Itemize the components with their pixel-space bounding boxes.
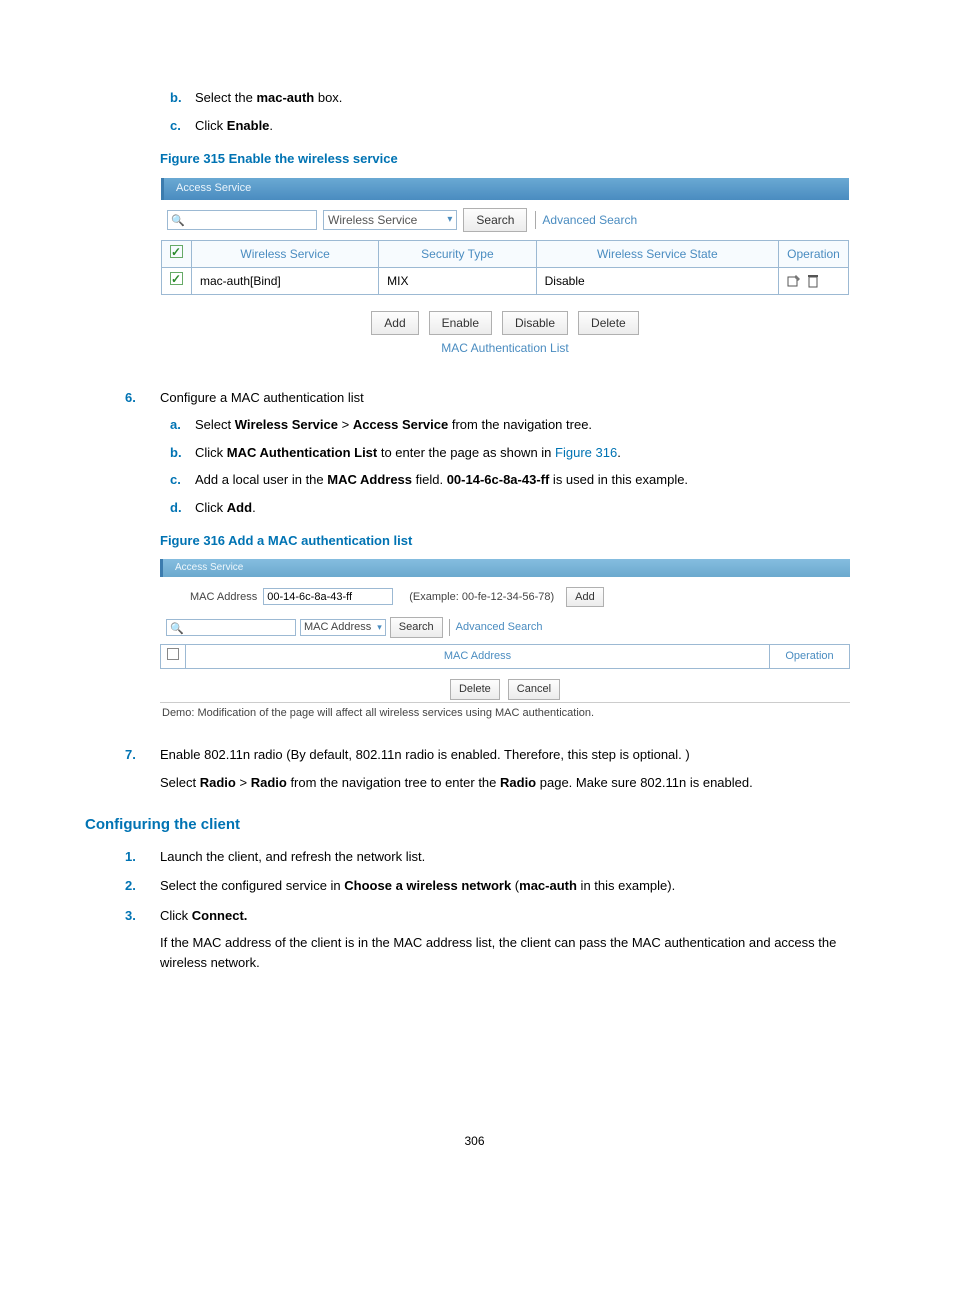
client-step-3-body: If the MAC address of the client is in t…: [160, 933, 864, 972]
mac-delete-button[interactable]: Delete: [450, 679, 500, 700]
page-number: 306: [85, 1132, 864, 1150]
enable-button[interactable]: Enable: [429, 311, 492, 335]
add-mac-button[interactable]: Add: [566, 587, 604, 608]
header-operation: Operation: [779, 240, 849, 267]
figure-316-caption: Figure 316 Add a MAC authentication list: [160, 531, 864, 551]
button-row: Add Enable Disable Delete: [161, 311, 849, 335]
step-6d: d. Click Add.: [195, 498, 864, 518]
text: Click: [195, 118, 227, 133]
cell-state: Disable: [536, 267, 778, 294]
checkbox-icon: [170, 272, 183, 285]
alpha-b: b.: [170, 443, 182, 463]
mac-advanced-search-link[interactable]: Advanced Search: [449, 619, 543, 636]
table-row: mac-auth[Bind] MIX Disable: [162, 267, 849, 294]
alpha-b: b.: [170, 88, 182, 108]
demo-note: Demo: Modification of the page will affe…: [160, 705, 850, 722]
step-num-2: 2.: [125, 876, 136, 896]
checkbox-icon: [170, 245, 183, 258]
text: box.: [314, 90, 342, 105]
text: Select the: [195, 90, 256, 105]
figure-315-caption: Figure 315 Enable the wireless service: [160, 149, 864, 169]
header-security-type: Security Type: [379, 240, 536, 267]
client-step-1: 1. Launch the client, and refresh the ne…: [160, 847, 864, 867]
step-6-title: Configure a MAC authentication list: [160, 390, 364, 405]
step-num-1: 1.: [125, 847, 136, 867]
delete-icon[interactable]: [807, 274, 819, 288]
mac-header-address: MAC Address: [186, 644, 770, 669]
mac-example-text: (Example: 00-fe-12-34-56-78): [409, 589, 554, 606]
step-6b: b. Click MAC Authentication List to ente…: [195, 443, 864, 463]
tab-bar: Access Service: [161, 178, 849, 200]
chevron-down-icon: ▾: [447, 212, 452, 227]
client-step-2: 2. Select the configured service in Choo…: [160, 876, 864, 896]
cell-name: mac-auth[Bind]: [192, 267, 379, 294]
row-checkbox[interactable]: [162, 267, 192, 294]
step-num-6: 6.: [125, 388, 136, 408]
edit-icon[interactable]: [787, 274, 801, 288]
header-checkbox[interactable]: [162, 240, 192, 267]
substep-b: b. Select the mac-auth box.: [195, 88, 864, 108]
cell-operation: [779, 267, 849, 294]
bold-enable: Enable: [227, 118, 270, 133]
mac-search-button[interactable]: Search: [390, 617, 443, 638]
mac-cancel-button[interactable]: Cancel: [508, 679, 560, 700]
add-button[interactable]: Add: [371, 311, 418, 335]
figure-316: Access Service MAC Address (Example: 00-…: [160, 559, 850, 722]
step-7: 7. Enable 802.11n radio (By default, 802…: [160, 745, 864, 792]
advanced-search-link[interactable]: Advanced Search: [535, 211, 637, 229]
select-label: MAC Address: [304, 619, 371, 636]
header-wireless-service: Wireless Service: [192, 240, 379, 267]
mac-search-select[interactable]: MAC Address ▾: [300, 619, 386, 636]
mac-address-input[interactable]: [263, 588, 393, 605]
alpha-c: c.: [170, 470, 181, 490]
cell-security: MIX: [379, 267, 536, 294]
search-row: 🔍 Wireless Service ▾ Search Advanced Sea…: [161, 200, 849, 240]
step-6a: a. Select Wireless Service > Access Serv…: [195, 415, 864, 435]
step-num-3: 3.: [125, 906, 136, 926]
search-type-select[interactable]: Wireless Service ▾: [323, 210, 457, 230]
section-configuring-client: Configuring the client: [85, 814, 864, 837]
mac-header-operation: Operation: [770, 644, 850, 669]
step-7-line2: Select Radio > Radio from the navigation…: [160, 773, 864, 793]
tab-bar-316: Access Service: [160, 559, 850, 577]
mac-header-checkbox[interactable]: [161, 644, 186, 669]
bold-mac-auth: mac-auth: [256, 90, 314, 105]
step-7-line1: Enable 802.11n radio (By default, 802.11…: [160, 747, 690, 762]
header-state: Wireless Service State: [536, 240, 778, 267]
tab-access-service[interactable]: Access Service: [161, 178, 263, 200]
figure-316-link[interactable]: Figure 316: [555, 445, 617, 460]
select-label: Wireless Service: [328, 211, 417, 229]
figure-315: Access Service 🔍 Wireless Service ▾ Sear…: [160, 177, 850, 364]
search-input[interactable]: 🔍: [167, 210, 317, 230]
chevron-down-icon: ▾: [377, 621, 382, 635]
alpha-d: d.: [170, 498, 182, 518]
checkbox-icon: [167, 648, 179, 660]
tab-access-service-316[interactable]: Access Service: [160, 559, 255, 577]
mac-address-label: MAC Address: [190, 589, 257, 606]
mac-search-row: 🔍 MAC Address ▾ Search Advanced Search: [160, 617, 850, 644]
mac-table: MAC Address Operation: [160, 644, 850, 670]
service-table: Wireless Service Security Type Wireless …: [161, 240, 849, 295]
step-6: 6. Configure a MAC authentication list a…: [160, 388, 864, 518]
search-button[interactable]: Search: [463, 208, 527, 232]
search-icon: 🔍: [171, 213, 185, 230]
mac-input-row: MAC Address (Example: 00-fe-12-34-56-78)…: [160, 577, 850, 618]
text: .: [269, 118, 273, 133]
disable-button[interactable]: Disable: [502, 311, 568, 335]
mac-auth-list-link[interactable]: MAC Authentication List: [161, 339, 849, 357]
step-6c: c. Add a local user in the MAC Address f…: [195, 470, 864, 490]
step-num-7: 7.: [125, 745, 136, 765]
mac-button-row: Delete Cancel: [160, 679, 850, 703]
alpha-a: a.: [170, 415, 181, 435]
substep-c: c. Click Enable.: [195, 116, 864, 136]
alpha-c: c.: [170, 116, 181, 136]
search-icon: 🔍: [170, 621, 184, 638]
delete-button[interactable]: Delete: [578, 311, 639, 335]
client-step-3: 3. Click Connect. If the MAC address of …: [160, 906, 864, 973]
mac-search-input[interactable]: 🔍: [166, 619, 296, 636]
